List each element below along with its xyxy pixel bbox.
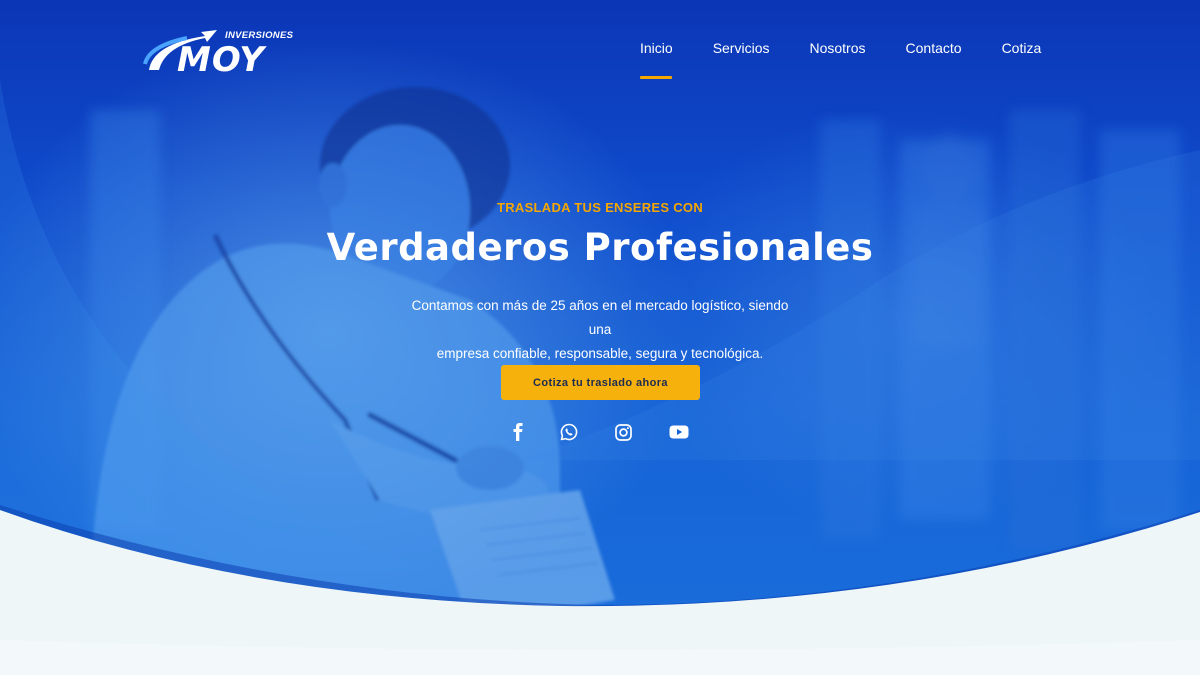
inversiones-moy-logo[interactable]: INVERSIONES MOY <box>143 24 309 80</box>
nav-item-inicio[interactable]: Inicio <box>620 40 693 56</box>
youtube-icon[interactable] <box>667 421 691 443</box>
hero-eyebrow: TRASLADA TUS ENSERES CON <box>496 200 704 215</box>
social-links <box>505 421 695 443</box>
quote-move-button[interactable]: Cotiza tu traslado ahora <box>501 365 700 400</box>
hero-description-line-2: empresa confiable, responsable, segura y… <box>436 346 764 361</box>
facebook-icon[interactable] <box>506 421 530 443</box>
hero-description: Contamos con más de 25 años en el mercad… <box>400 294 800 366</box>
main-nav: Inicio Servicios Nosotros Contacto Cotiz… <box>620 40 1061 56</box>
hero-headline: Verdaderos Profesionales <box>326 226 874 269</box>
nav-item-contacto[interactable]: Contacto <box>886 40 982 56</box>
whatsapp-icon[interactable] <box>557 421 581 443</box>
logo-wordmark: MOY <box>177 40 267 80</box>
instagram-icon[interactable] <box>611 421 635 443</box>
nav-item-cotiza[interactable]: Cotiza <box>982 40 1062 56</box>
hero-description-line-1: Contamos con más de 25 años en el mercad… <box>411 298 789 337</box>
nav-item-servicios[interactable]: Servicios <box>693 40 790 56</box>
nav-item-nosotros[interactable]: Nosotros <box>789 40 885 56</box>
